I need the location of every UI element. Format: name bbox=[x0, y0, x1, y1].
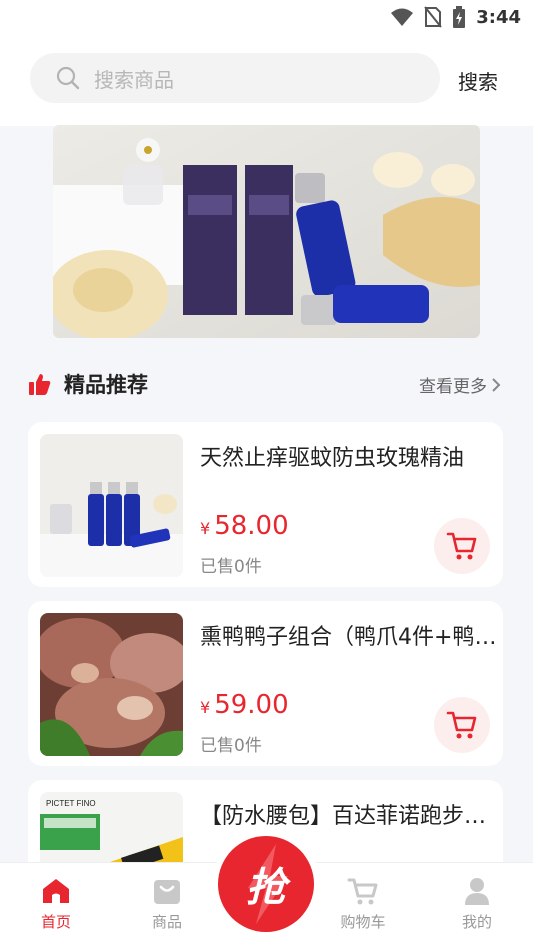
price-symbol: ¥ bbox=[200, 519, 211, 538]
product-price: ¥ 59.00 bbox=[200, 690, 289, 720]
tab-products[interactable]: 商品 bbox=[132, 877, 202, 932]
flash-sale-glyph: 抢 bbox=[246, 865, 286, 911]
product-card[interactable]: 天然止痒驱蚊防虫玫瑰精油 ¥ 58.00 已售0件 bbox=[28, 422, 503, 587]
status-icons: 3:44 bbox=[390, 6, 521, 28]
no-sim-icon bbox=[424, 6, 442, 28]
search-placeholder: 搜索商品 bbox=[94, 67, 174, 92]
price-value: 58.00 bbox=[214, 511, 289, 541]
product-image bbox=[40, 613, 183, 756]
tab-cart[interactable]: 购物车 bbox=[328, 877, 398, 932]
tab-profile[interactable]: 我的 bbox=[442, 877, 512, 932]
user-icon bbox=[465, 878, 489, 905]
flash-sale-button[interactable]: 抢 bbox=[212, 830, 320, 938]
home-icon bbox=[43, 879, 69, 903]
product-title: 天然止痒驱蚊防虫玫瑰精油 bbox=[200, 446, 465, 471]
product-price: ¥ 58.00 bbox=[200, 511, 289, 541]
add-to-cart-button[interactable] bbox=[434, 518, 490, 574]
svg-text:PICTET FINO: PICTET FINO bbox=[46, 799, 96, 808]
tab-label: 购物车 bbox=[340, 913, 386, 931]
wifi-icon bbox=[391, 8, 414, 26]
banner-image[interactable] bbox=[53, 125, 480, 338]
search-button[interactable]: 搜索 bbox=[458, 66, 498, 95]
status-bar: 3:44 bbox=[0, 0, 533, 38]
tab-label: 我的 bbox=[461, 913, 492, 931]
sold-count: 已售0件 bbox=[200, 557, 262, 577]
sold-count: 已售0件 bbox=[200, 736, 262, 756]
cart-icon bbox=[347, 878, 378, 905]
cart-icon bbox=[446, 532, 477, 560]
shopping-bag-icon bbox=[154, 880, 180, 904]
see-more-link[interactable]: 查看更多 bbox=[419, 372, 501, 397]
cart-icon bbox=[446, 711, 477, 739]
tab-home[interactable]: 首页 bbox=[21, 877, 91, 932]
section-title: 精品推荐 bbox=[64, 373, 148, 397]
status-time: 3:44 bbox=[476, 6, 521, 28]
price-symbol: ¥ bbox=[200, 698, 211, 717]
search-icon bbox=[56, 66, 80, 90]
tab-label: 商品 bbox=[151, 913, 182, 931]
search-input[interactable]: 搜索商品 bbox=[30, 53, 440, 103]
add-to-cart-button[interactable] bbox=[434, 697, 490, 753]
product-card[interactable]: 熏鸭鸭子组合（鸭爪4件+鸭脖） ¥ 59.00 已售0件 bbox=[28, 601, 503, 766]
price-value: 59.00 bbox=[214, 690, 289, 720]
product-title: 【防水腰包】百达菲诺跑步腰包 bbox=[200, 804, 500, 829]
search-area: 搜索商品 搜索 bbox=[0, 38, 533, 126]
see-more-label: 查看更多 bbox=[419, 377, 487, 397]
tab-label: 首页 bbox=[40, 913, 71, 931]
chevron-right-icon bbox=[492, 377, 501, 392]
flash-sale-badge: 抢 bbox=[218, 836, 314, 932]
product-title: 熏鸭鸭子组合（鸭爪4件+鸭脖） bbox=[200, 625, 500, 650]
thumbs-up-icon bbox=[29, 374, 51, 395]
product-image bbox=[40, 434, 183, 577]
section-header: 精品推荐 查看更多 bbox=[28, 362, 503, 406]
battery-icon bbox=[453, 6, 466, 28]
